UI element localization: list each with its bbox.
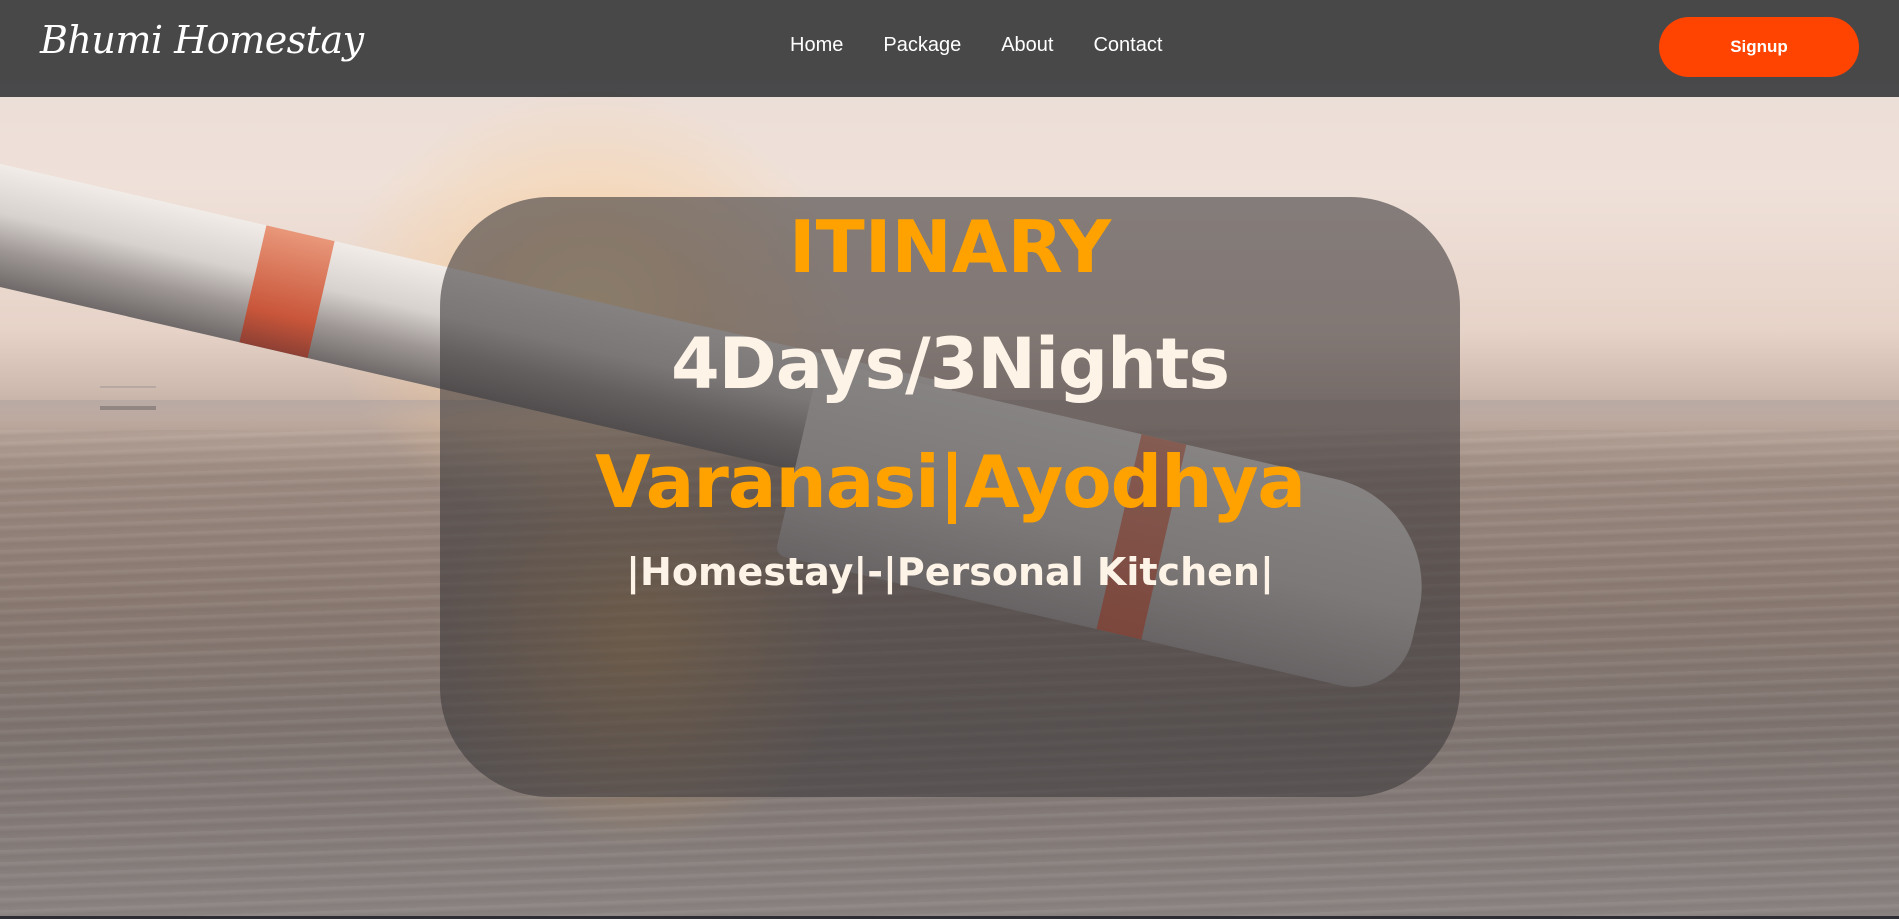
itinerary-duration: 4Days/3Nights (670, 323, 1230, 405)
itinerary-places: Varanasi|Ayodhya (594, 440, 1306, 524)
nav-package[interactable]: Package (883, 34, 961, 57)
itinerary-features: |Homestay|-|Personal Kitchen| (626, 550, 1274, 594)
nav-contact[interactable]: Contact (1093, 34, 1162, 57)
nav-home[interactable]: Home (790, 34, 843, 57)
navbar: Bhumi Homestay Home Package About Contac… (0, 0, 1899, 97)
brand-logo[interactable]: Bhumi Homestay (40, 18, 364, 62)
itinerary-card: ITINARY 4Days/3Nights Varanasi|Ayodhya |… (440, 197, 1460, 797)
oar-band (239, 225, 335, 359)
itinerary-title: ITINARY (788, 205, 1112, 289)
signup-button[interactable]: Signup (1659, 17, 1859, 77)
nav-menu: Home Package About Contact (790, 34, 1162, 57)
distant-boat (100, 386, 156, 410)
hero-background: ITINARY 4Days/3Nights Varanasi|Ayodhya |… (0, 0, 1899, 916)
nav-about[interactable]: About (1001, 34, 1053, 57)
